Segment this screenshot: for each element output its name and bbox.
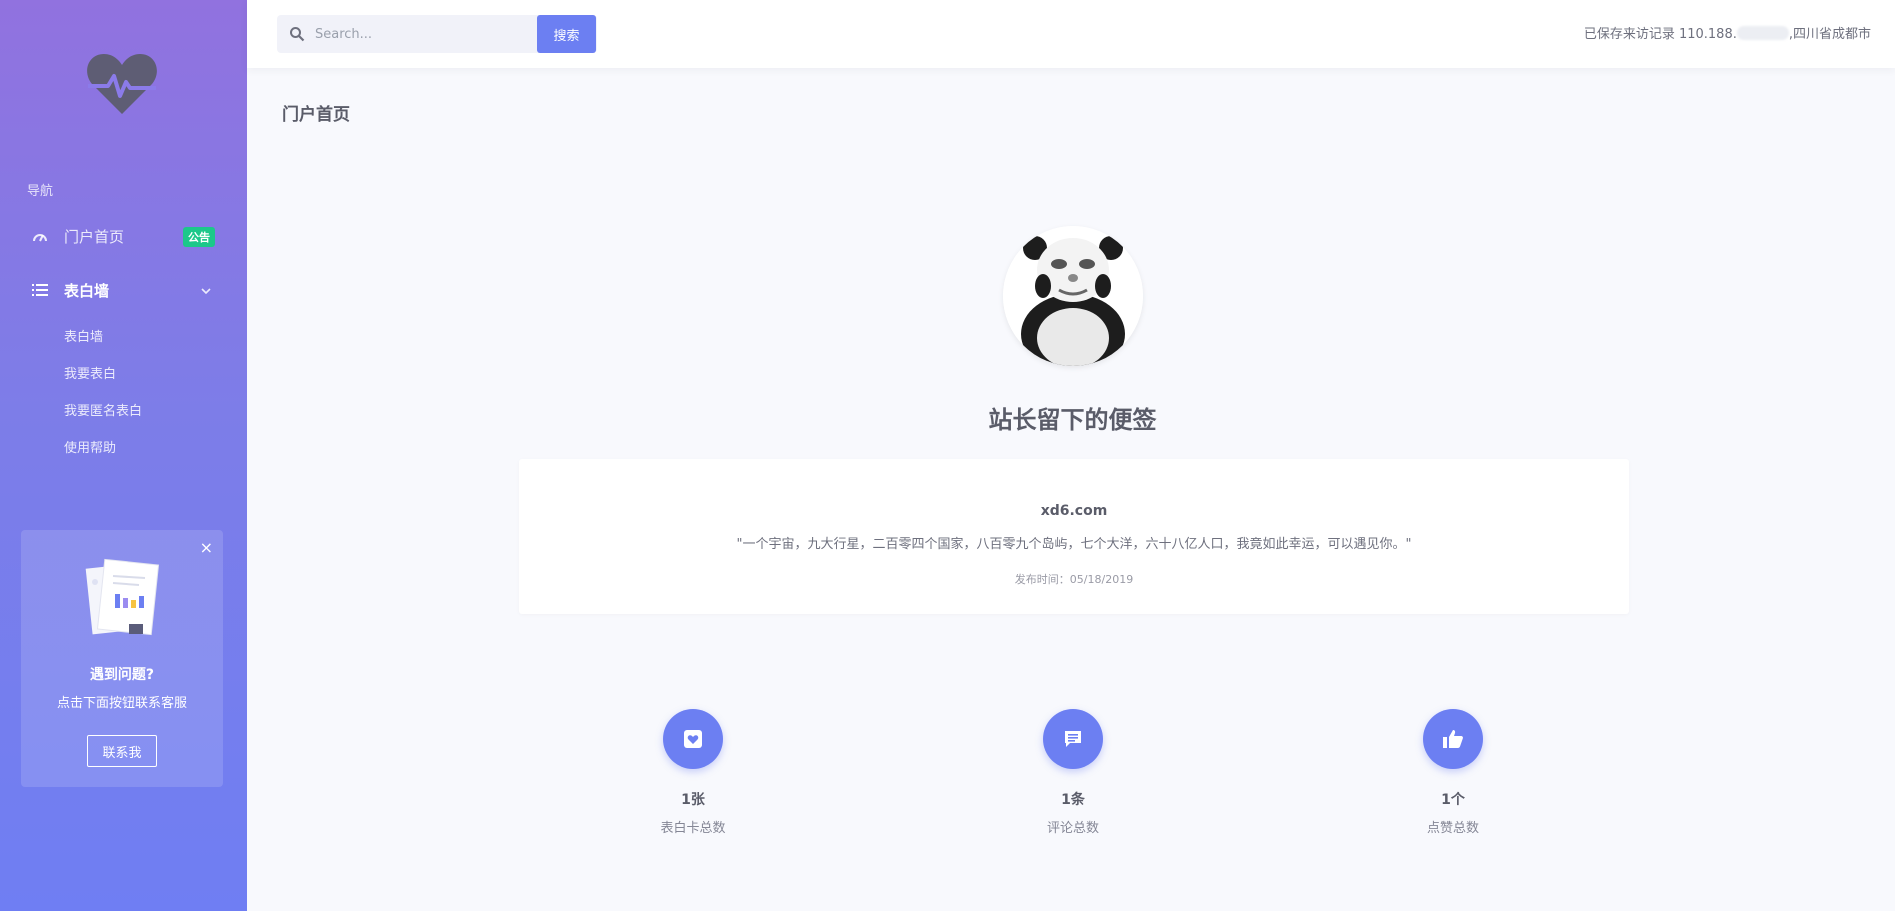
note-card: xd6.com "一个宇宙，九大行星，二百零四个国家，八百零九个岛屿，七个大洋，… <box>519 459 1629 614</box>
page-title: 门户首页 <box>282 105 350 125</box>
stat-label: 表白卡总数 <box>660 821 726 836</box>
heartbeat-logo-icon[interactable] <box>86 52 158 116</box>
notice-badge: 公告 <box>183 227 215 247</box>
avatar <box>1003 226 1143 366</box>
close-icon[interactable]: × <box>200 540 213 556</box>
stat-like-total: 1个 点赞总数 <box>1373 709 1533 836</box>
note-title: 站长留下的便签 <box>988 406 1157 434</box>
search-icon <box>289 26 305 42</box>
speedometer-icon <box>30 226 50 246</box>
stat-label: 点赞总数 <box>1426 821 1479 836</box>
help-title: 遇到问题? <box>89 667 155 683</box>
stat-card-total: 1张 表白卡总数 <box>613 709 773 836</box>
sidebar-item-home[interactable]: 门户首页 公告 <box>0 216 247 256</box>
list-icon <box>30 280 50 300</box>
stat-comment-total: 1条 评论总数 <box>993 709 1153 836</box>
sub-item-confession-wall[interactable]: 表白墙 <box>64 326 103 345</box>
visit-record-location: ,四川省成都市 <box>1788 27 1871 42</box>
stat-value: 1条 <box>1061 792 1085 808</box>
redacted-ip <box>1736 25 1789 40</box>
visit-record-prefix: 已保存来访记录 110.188. <box>1583 27 1737 42</box>
search-button[interactable]: 搜索 <box>537 15 596 53</box>
card-heart-icon <box>663 709 723 769</box>
thumbs-up-icon <box>1423 709 1483 769</box>
sub-item-confess[interactable]: 我要表白 <box>64 363 116 382</box>
chevron-down-icon <box>200 282 212 301</box>
sidebar: 导航 门户首页 公告 表白墙 表白墙 我要表白 我要匿名表白 使用帮助 × 遇到… <box>0 0 247 911</box>
report-illustration-icon <box>83 556 163 646</box>
help-card: × 遇到问题? 点击下面按钮联系客服 联系我 <box>21 530 223 787</box>
nav-heading: 导航 <box>27 184 54 199</box>
help-description: 点击下面按钮联系客服 <box>56 696 187 711</box>
comment-icon <box>1043 709 1103 769</box>
sub-item-help[interactable]: 使用帮助 <box>64 437 116 456</box>
note-author: xd6.com <box>1040 503 1108 519</box>
contact-me-button[interactable]: 联系我 <box>87 735 157 767</box>
sidebar-item-label: 门户首页 <box>64 227 125 246</box>
sidebar-item-confession-wall[interactable]: 表白墙 <box>0 270 247 310</box>
note-date: 发布时间：05/18/2019 <box>1014 573 1134 586</box>
sidebar-item-label: 表白墙 <box>64 281 110 300</box>
stat-label: 评论总数 <box>1046 821 1099 836</box>
stat-value: 1个 <box>1441 792 1465 808</box>
topbar: 搜索 已保存来访记录 110.188. ,四川省成都市 <box>247 0 1895 68</box>
visit-record: 已保存来访记录 110.188. ,四川省成都市 <box>1584 23 1871 42</box>
note-text: "一个宇宙，九大行星，二百零四个国家，八百零九个岛屿，七个大洋，六十八亿人口，我… <box>736 537 1412 552</box>
stat-value: 1张 <box>681 792 705 808</box>
search-input[interactable] <box>315 26 515 42</box>
